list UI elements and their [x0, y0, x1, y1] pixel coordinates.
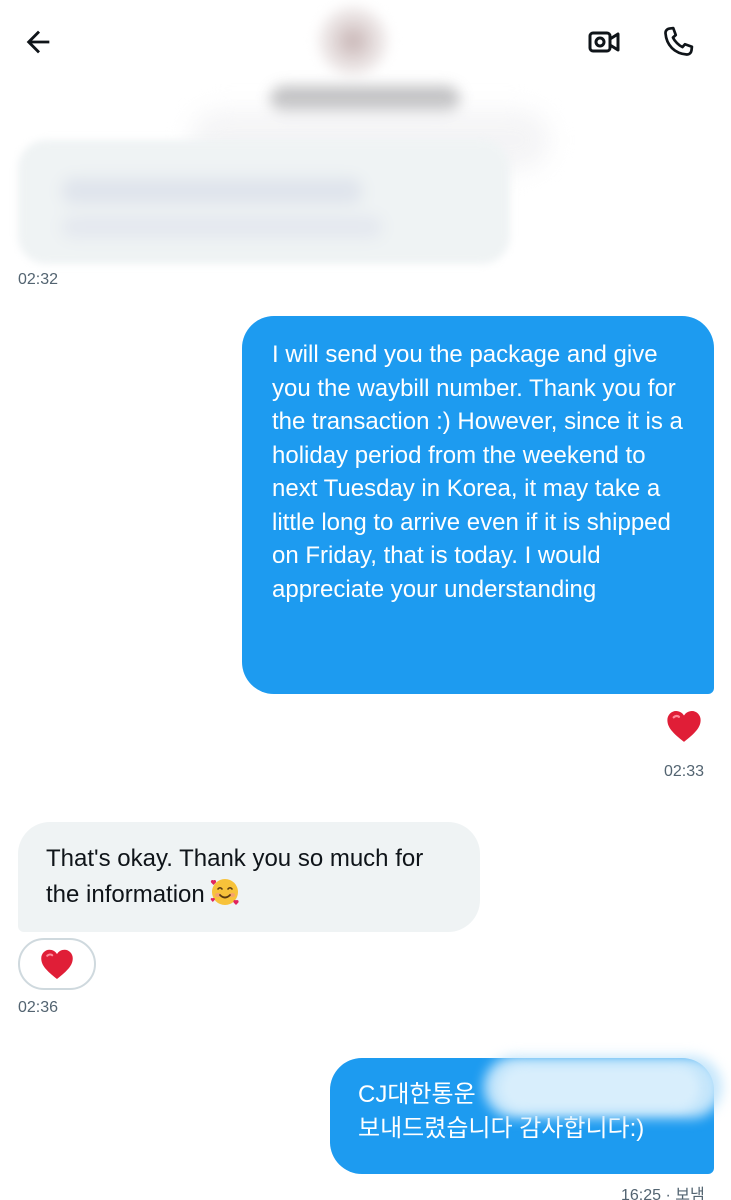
back-button[interactable] — [14, 18, 62, 66]
voice-call-button[interactable] — [654, 18, 702, 66]
dm-conversation-screen: 02:32 I will send you the package and gi… — [0, 0, 731, 1200]
message-bubble-incoming[interactable]: That's okay. Thank you so much for the i… — [18, 822, 480, 932]
video-camera-icon — [588, 31, 620, 53]
message-timestamp: 02:32 — [18, 271, 59, 288]
message-text: I will send you the package and give you… — [272, 341, 683, 603]
arrow-left-icon — [26, 30, 50, 54]
message-timestamp: 02:33 — [664, 763, 705, 780]
message-reaction[interactable] — [662, 704, 706, 748]
video-call-button[interactable] — [580, 18, 628, 66]
avatar[interactable] — [318, 6, 388, 76]
redacted-area — [500, 1066, 700, 1110]
heart-icon — [41, 949, 73, 979]
smiling-face-with-hearts-icon — [209, 876, 241, 918]
redacted-text — [62, 178, 362, 204]
message-bubble-incoming-redacted — [18, 140, 510, 264]
message-reaction[interactable] — [18, 938, 96, 990]
message-bubble-outgoing[interactable]: I will send you the package and give you… — [242, 316, 714, 694]
redacted-text — [62, 216, 382, 238]
phone-icon — [664, 26, 694, 56]
message-timestamp: 02:36 — [18, 999, 59, 1016]
heart-icon — [667, 710, 701, 742]
message-timestamp: 16:25 · 보냄 — [621, 1187, 705, 1200]
